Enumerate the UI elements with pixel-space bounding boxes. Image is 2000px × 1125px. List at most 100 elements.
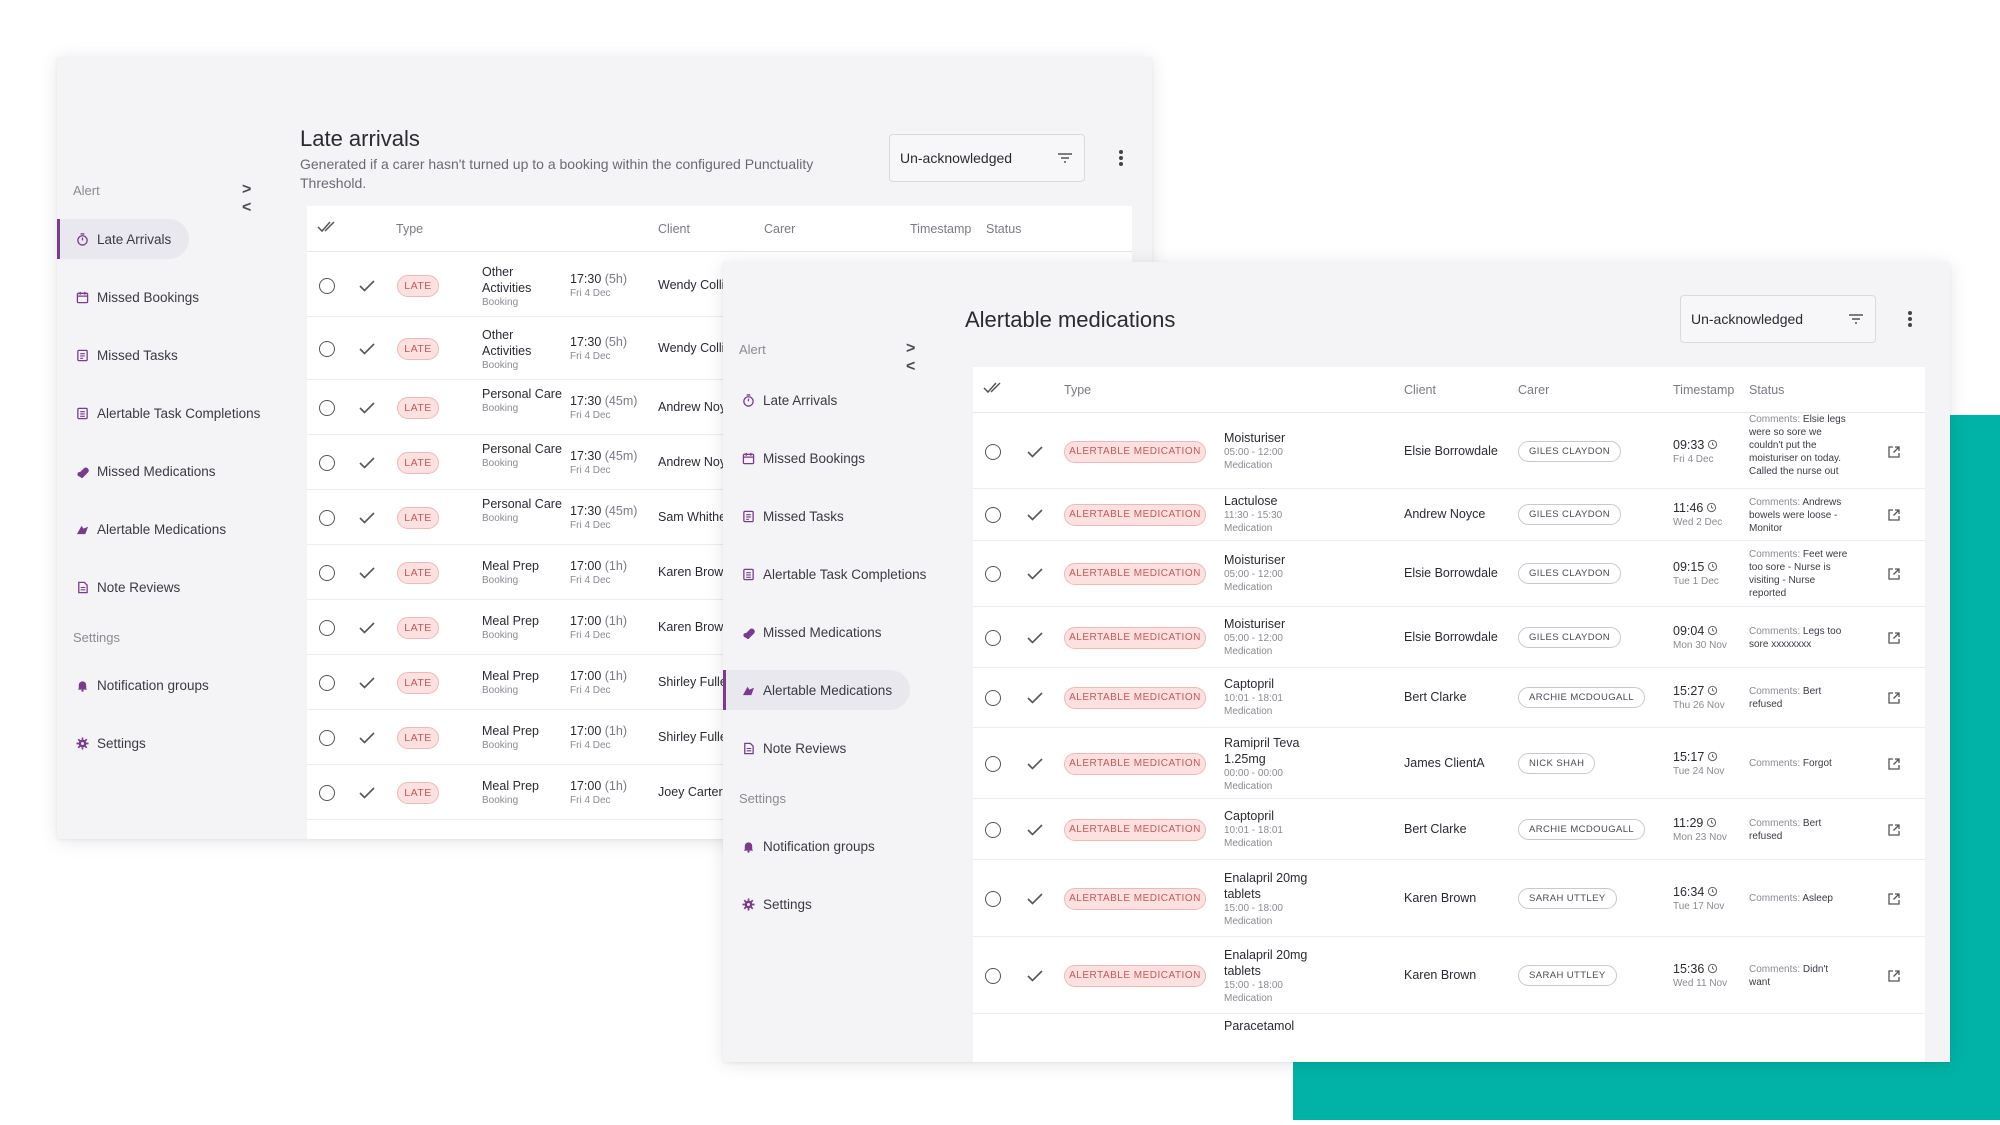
open-external-icon[interactable] xyxy=(1887,445,1901,459)
acknowledge-check-icon[interactable] xyxy=(1027,631,1043,650)
sidebar-item-alertable-task-completions[interactable]: Alertable Task Completions xyxy=(723,554,944,594)
select-radio[interactable] xyxy=(319,340,335,357)
col-type[interactable]: Type xyxy=(1064,383,1091,397)
scheduled-time: 17:30 (45m) xyxy=(570,393,637,409)
select-radio[interactable] xyxy=(319,399,335,416)
select-radio[interactable] xyxy=(985,443,1001,460)
medication-cell: Ramipril Teva 1.25mg 00:00 - 00:00 Medicat… xyxy=(1224,735,1319,793)
select-radio[interactable] xyxy=(319,509,335,526)
acknowledge-check-icon[interactable] xyxy=(359,731,375,750)
sidebar-item-note-reviews[interactable]: Note Reviews xyxy=(57,567,198,607)
select-radio[interactable] xyxy=(319,619,335,636)
select-radio[interactable] xyxy=(985,755,1001,772)
sidebar-item-missed-medications[interactable]: Missed Medications xyxy=(57,451,234,491)
more-options-icon[interactable] xyxy=(1117,147,1125,169)
select-radio[interactable] xyxy=(319,729,335,746)
col-client[interactable]: Client xyxy=(658,222,690,236)
select-all-icon[interactable] xyxy=(317,220,339,237)
medication-window: 05:00 - 12:00 xyxy=(1224,446,1283,458)
acknowledge-check-icon[interactable] xyxy=(359,401,375,420)
sidebar-item-missed-bookings[interactable]: Missed Bookings xyxy=(57,277,217,317)
acknowledge-check-icon[interactable] xyxy=(1027,445,1043,464)
acknowledge-check-icon[interactable] xyxy=(359,566,375,585)
open-external-icon[interactable] xyxy=(1887,757,1901,771)
open-external-icon[interactable] xyxy=(1887,892,1901,906)
duration: (1h) xyxy=(604,723,627,738)
sidebar-item-settings[interactable]: Settings xyxy=(723,884,830,924)
acknowledge-check-icon[interactable] xyxy=(1027,892,1043,911)
select-radio[interactable] xyxy=(985,690,1001,706)
select-all-icon[interactable] xyxy=(983,381,1005,398)
sidebar-item-alertable-task-completions[interactable]: Alertable Task Completions xyxy=(57,393,278,433)
collapse-sidebar-button[interactable]: >< xyxy=(906,340,915,376)
sidebar-item-missed-medications[interactable]: Missed Medications xyxy=(723,612,900,652)
select-radio[interactable] xyxy=(319,454,335,471)
select-radio[interactable] xyxy=(985,629,1001,646)
col-client[interactable]: Client xyxy=(1404,383,1436,397)
open-external-icon[interactable] xyxy=(1887,508,1901,522)
scheduled-time-cell: 17:30 (45m) Fri 4 Dec xyxy=(570,503,637,532)
table-row[interactable]: ALERTABLE MEDICATION Ramipril Teva 1.25mg… xyxy=(973,728,1925,799)
open-external-icon[interactable] xyxy=(1887,691,1901,705)
acknowledge-check-icon[interactable] xyxy=(359,621,375,640)
table-row[interactable]: ALERTABLE MEDICATION Moisturiser 05:00 - 1… xyxy=(973,541,1925,607)
col-status[interactable]: Status xyxy=(1749,383,1784,397)
acknowledge-check-icon[interactable] xyxy=(1027,969,1043,988)
table-row[interactable]: ALERTABLE MEDICATION Captopril 10:01 - 18:… xyxy=(973,668,1925,728)
acknowledge-check-icon[interactable] xyxy=(1027,508,1043,527)
table-row[interactable]: ALERTABLE MEDICATION Captopril 10:01 - 18:… xyxy=(973,799,1925,860)
acknowledge-check-icon[interactable] xyxy=(1027,757,1043,776)
sidebar-item-late-arrivals[interactable]: Late Arrivals xyxy=(57,219,190,259)
open-external-icon[interactable] xyxy=(1887,823,1901,837)
acknowledge-check-icon[interactable] xyxy=(359,676,375,695)
clock-icon xyxy=(1707,624,1718,635)
acknowledge-check-icon[interactable] xyxy=(359,456,375,475)
open-external-icon[interactable] xyxy=(1887,567,1901,581)
acknowledged-filter-select[interactable]: Un-acknowledged xyxy=(1680,295,1876,343)
table-row[interactable]: Paracetamol xyxy=(973,1014,1925,1062)
acknowledge-check-icon[interactable] xyxy=(359,279,375,298)
acknowledged-filter-select[interactable]: Un-acknowledged xyxy=(889,134,1085,182)
col-timestamp[interactable]: Timestamp xyxy=(910,222,971,236)
acknowledge-check-icon[interactable] xyxy=(1027,691,1043,710)
sidebar-item-note-reviews[interactable]: Note Reviews xyxy=(723,728,864,768)
table-row[interactable]: ALERTABLE MEDICATION Lactulose 11:30 - 15:… xyxy=(973,489,1925,541)
col-type[interactable]: Type xyxy=(396,222,423,236)
select-radio[interactable] xyxy=(319,277,335,294)
select-radio[interactable] xyxy=(985,890,1001,907)
select-radio[interactable] xyxy=(319,564,335,581)
collapse-sidebar-button[interactable]: >< xyxy=(242,181,251,217)
sidebar-item-settings[interactable]: Settings xyxy=(57,723,164,763)
select-radio[interactable] xyxy=(985,507,1001,523)
table-row[interactable]: ALERTABLE MEDICATION Enalapril 20mg table… xyxy=(973,937,1925,1014)
table-row[interactable]: ALERTABLE MEDICATION Moisturiser 05:00 - 1… xyxy=(973,607,1925,668)
table-row[interactable]: ALERTABLE MEDICATION Moisturiser 05:00 - 1… xyxy=(973,414,1925,489)
col-carer[interactable]: Carer xyxy=(1518,383,1549,397)
type-cell: Personal Care Booking xyxy=(482,496,562,525)
select-radio[interactable] xyxy=(319,784,335,801)
acknowledge-check-icon[interactable] xyxy=(359,786,375,805)
col-status[interactable]: Status xyxy=(986,222,1021,236)
select-radio[interactable] xyxy=(985,967,1001,984)
more-options-icon[interactable] xyxy=(1906,308,1914,330)
open-external-icon[interactable] xyxy=(1887,969,1901,983)
sidebar-item-alertable-medications[interactable]: Alertable Medications xyxy=(57,509,244,549)
acknowledge-check-icon[interactable] xyxy=(1027,823,1043,842)
sidebar-item-missed-tasks[interactable]: Missed Tasks xyxy=(723,496,862,536)
sidebar-item-missed-bookings[interactable]: Missed Bookings xyxy=(723,438,883,478)
acknowledge-check-icon[interactable] xyxy=(359,342,375,361)
select-radio[interactable] xyxy=(985,566,1001,582)
sidebar-item-alertable-medications[interactable]: Alertable Medications xyxy=(723,670,911,710)
col-timestamp[interactable]: Timestamp xyxy=(1673,383,1734,397)
sidebar-item-notification-groups[interactable]: Notification groups xyxy=(57,665,227,705)
sidebar-item-missed-tasks[interactable]: Missed Tasks xyxy=(57,335,196,375)
select-radio[interactable] xyxy=(319,674,335,691)
col-carer[interactable]: Carer xyxy=(764,222,795,236)
open-external-icon[interactable] xyxy=(1887,631,1901,645)
sidebar-item-notification-groups[interactable]: Notification groups xyxy=(723,826,893,866)
select-radio[interactable] xyxy=(985,821,1001,838)
acknowledge-check-icon[interactable] xyxy=(1027,567,1043,586)
table-row[interactable]: ALERTABLE MEDICATION Enalapril 20mg table… xyxy=(973,860,1925,937)
sidebar-item-late-arrivals[interactable]: Late Arrivals xyxy=(723,380,855,420)
acknowledge-check-icon[interactable] xyxy=(359,511,375,530)
